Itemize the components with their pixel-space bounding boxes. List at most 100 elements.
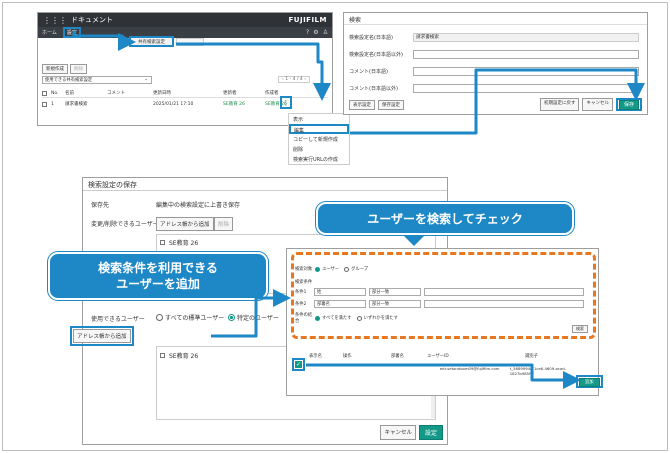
- pager-next-icon[interactable]: ›: [304, 77, 306, 82]
- nav-bar: ホーム 設定 ? ⚙ ♙: [38, 27, 332, 38]
- shared-search-button[interactable]: 共有検索設定: [129, 36, 174, 47]
- callout-add-users: 検索条件を利用できる ユーザーを追加: [48, 252, 268, 300]
- user-icon[interactable]: ♙: [323, 29, 328, 36]
- save-highlight: 保存: [615, 98, 642, 111]
- field-row-comment-ja: コメント(日本語): [349, 66, 639, 76]
- save-to-label: 保存先: [91, 202, 110, 209]
- col-name: 名前: [65, 91, 74, 96]
- filter-select[interactable]: 使用できる共有検索設定 ⌄: [42, 76, 152, 84]
- result-checkbox[interactable]: ✓: [292, 358, 305, 371]
- col-updated: 更新日時: [153, 91, 171, 96]
- radio-all-users[interactable]: すべての標準ユーザー: [156, 313, 224, 322]
- save-button[interactable]: 保存: [618, 100, 639, 110]
- radio-specific-users[interactable]: 特定のユーザー: [228, 313, 279, 322]
- comment-ja-input[interactable]: [413, 66, 639, 76]
- col-no: No.: [51, 90, 59, 96]
- pager-prev-icon[interactable]: ‹: [282, 77, 284, 82]
- dialog-title: 検索設定の保存: [83, 178, 447, 191]
- nav-icons: ? ⚙ ♙: [306, 29, 328, 36]
- pager-text: 1 - 4 / 4: [285, 77, 303, 82]
- tab-placeholder[interactable]: [176, 38, 204, 46]
- dialog-title: 検索: [344, 13, 647, 25]
- col-user-id: ユーザーID: [427, 354, 449, 359]
- list-item[interactable]: SE教育 26: [160, 351, 198, 360]
- field-row-name-ja: 検索設定名(日本語) 請求書検索: [349, 32, 639, 42]
- radio-specific-label: 特定のユーザー: [237, 315, 279, 322]
- chevron-down-icon: ⌄: [144, 77, 148, 82]
- comment-other-input[interactable]: [413, 83, 639, 93]
- menu-item-edit[interactable]: 編集: [289, 124, 349, 134]
- delete-button[interactable]: 削除: [70, 64, 87, 74]
- col-operation: 操作: [343, 354, 352, 359]
- editors-label: 変更/削除できるユーザー: [91, 221, 159, 228]
- add-highlight: 追加: [576, 375, 603, 388]
- app-grid-icon[interactable]: ⋮⋮⋮: [43, 16, 67, 25]
- toolbar: 新規作成 削除: [42, 64, 87, 74]
- col-comment: コメント: [107, 91, 125, 96]
- app-title: ドキュメント: [71, 16, 113, 24]
- add-from-address-button[interactable]: アドレス帳から追加: [156, 217, 214, 231]
- row-name: 請求書検索: [65, 102, 88, 107]
- list-item[interactable]: SE教育 26: [160, 238, 198, 247]
- remove-button[interactable]: 削除: [214, 217, 234, 231]
- title-bar: ⋮⋮⋮ ドキュメント FUJIFILM: [38, 13, 332, 27]
- menu-item-delete[interactable]: 削除: [289, 144, 349, 154]
- cancel-button[interactable]: キャンセル: [380, 425, 416, 440]
- new-button[interactable]: 新規作成: [42, 64, 68, 74]
- row-updater[interactable]: SE教育 26: [223, 101, 265, 107]
- user-checkbox[interactable]: [160, 240, 165, 245]
- field-label: 検索設定名(日本語以外): [349, 51, 403, 58]
- menu-item-view[interactable]: 表示: [289, 114, 349, 124]
- result-header: 表示名 操作 部署名 ユーザーID 識別子: [295, 353, 590, 359]
- user-name: SE教育 26: [169, 240, 199, 247]
- check-icon: ✓: [295, 361, 302, 368]
- brand-logo: FUJIFILM: [288, 16, 327, 24]
- row-no: 1: [51, 101, 54, 107]
- filter-select-value: 使用できる共有検索設定: [45, 78, 93, 83]
- user-checkbox[interactable]: [160, 353, 165, 358]
- search-settings-dialog: 検索 検索設定名(日本語) 請求書検索 検索設定名(日本語以外) コメント(日本…: [343, 12, 648, 115]
- radio-specific[interactable]: [228, 314, 235, 321]
- field-label: コメント(日本語): [349, 68, 388, 75]
- radio-all[interactable]: [156, 314, 163, 321]
- nav-home[interactable]: ホーム: [42, 29, 57, 36]
- row-spacer: [295, 366, 440, 376]
- add-from-address-highlight: アドレス帳から追加: [70, 326, 134, 346]
- callout-search-check: ユーザーを検索してチェック: [316, 202, 574, 235]
- show-settings-button[interactable]: 表示設定: [349, 99, 375, 110]
- context-menu: 表示 編集 コピーして新規作成 削除 検索実行URLの作成: [288, 113, 350, 165]
- dialog-footer: キャンセル 設定: [380, 425, 443, 440]
- more-dots-icon[interactable]: ⋮: [280, 96, 292, 109]
- field-label: 検索設定名(日本語): [349, 34, 393, 41]
- callout-line-2: ユーザーを追加: [116, 277, 200, 291]
- save-settings-button[interactable]: 保存設定: [378, 99, 404, 110]
- col-updater: 更新者: [223, 91, 237, 96]
- menu-item-copy[interactable]: コピーして新規作成: [289, 134, 349, 144]
- name-ja-input: 請求書検索: [413, 32, 639, 42]
- save-to-value: 編集中の検索設定に上書き保存: [156, 202, 241, 209]
- row-updated: 2025/01/21 17:10: [153, 101, 194, 107]
- name-other-input[interactable]: [413, 49, 639, 59]
- field-label: コメント(日本語以外): [349, 85, 398, 92]
- pager[interactable]: ‹ 1 - 4 / 4 ›: [278, 76, 310, 83]
- reset-button[interactable]: 初期設定に戻す: [539, 98, 580, 111]
- row-checkbox[interactable]: [42, 101, 47, 107]
- help-icon[interactable]: ?: [306, 29, 309, 36]
- search-conditions-highlight: [291, 252, 596, 339]
- set-button[interactable]: 設定: [418, 425, 443, 440]
- row-email: edr-setandoom09@fujifilm.com: [439, 366, 500, 371]
- add-button[interactable]: 追加: [579, 378, 600, 387]
- nav-settings[interactable]: 設定: [62, 27, 81, 38]
- cancel-button[interactable]: キャンセル: [582, 98, 613, 111]
- user-name: SE教育 26: [169, 353, 199, 360]
- dialog-footer: 表示設定 保存設定 初期設定に戻す キャンセル 保存: [349, 98, 642, 111]
- usable-users-label: 使用できるユーザー: [91, 316, 145, 323]
- menu-item-url[interactable]: 検索実行URLの作成: [289, 154, 349, 164]
- field-row-name-other: 検索設定名(日本語以外): [349, 49, 639, 59]
- callout-line-1: 検索条件を利用できる: [98, 261, 218, 275]
- radio-all-label: すべての標準ユーザー: [165, 315, 225, 322]
- select-all-checkbox[interactable]: [42, 90, 47, 96]
- table-row[interactable]: edr-setandoom09@fujifilm.com t_5689994d-…: [295, 366, 590, 376]
- add-from-address-button-2[interactable]: アドレス帳から追加: [73, 329, 131, 343]
- gear-icon[interactable]: ⚙: [313, 29, 318, 36]
